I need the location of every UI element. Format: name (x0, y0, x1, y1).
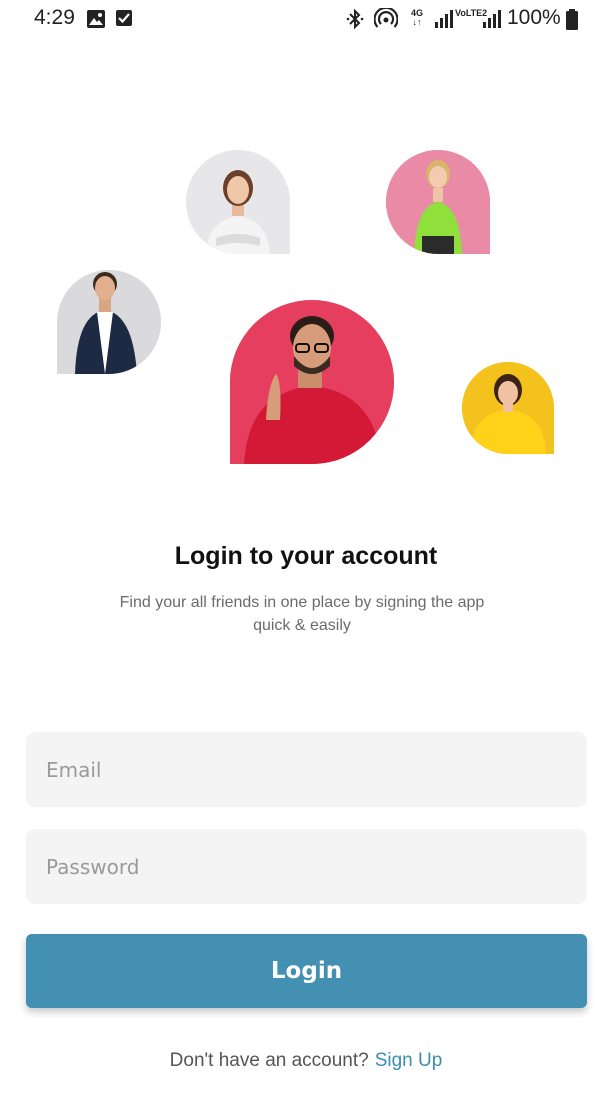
signup-row: Don't have an account? Sign Up (0, 1050, 612, 1072)
signup-prompt: Don't have an account? (169, 1050, 369, 1071)
avatar (230, 300, 394, 464)
avatar (186, 150, 290, 254)
hotspot-icon (373, 6, 399, 35)
network-type-label: 4G ↓↑ (411, 8, 424, 27)
password-field[interactable] (26, 829, 587, 904)
battery-percentage: 100% (507, 6, 561, 29)
signal-icon (482, 10, 502, 33)
page-subtitle: Find your all friends in one place by si… (119, 594, 485, 634)
email-field[interactable] (26, 732, 587, 807)
login-button[interactable]: Login (26, 934, 587, 1008)
avatar (57, 270, 161, 374)
battery-icon (565, 9, 579, 36)
signal-icon (434, 10, 454, 33)
check-icon (115, 9, 133, 32)
bluetooth-icon (346, 8, 364, 35)
sign-up-link[interactable]: Sign Up (375, 1050, 443, 1071)
page-title: Login to your account (174, 542, 438, 570)
gallery-icon (86, 9, 106, 34)
avatar (386, 150, 490, 254)
status-time: 4:29 (34, 6, 75, 29)
avatar (462, 362, 554, 454)
status-bar: 4:29 4G ↓↑ VoLTE2 100% (0, 0, 612, 40)
